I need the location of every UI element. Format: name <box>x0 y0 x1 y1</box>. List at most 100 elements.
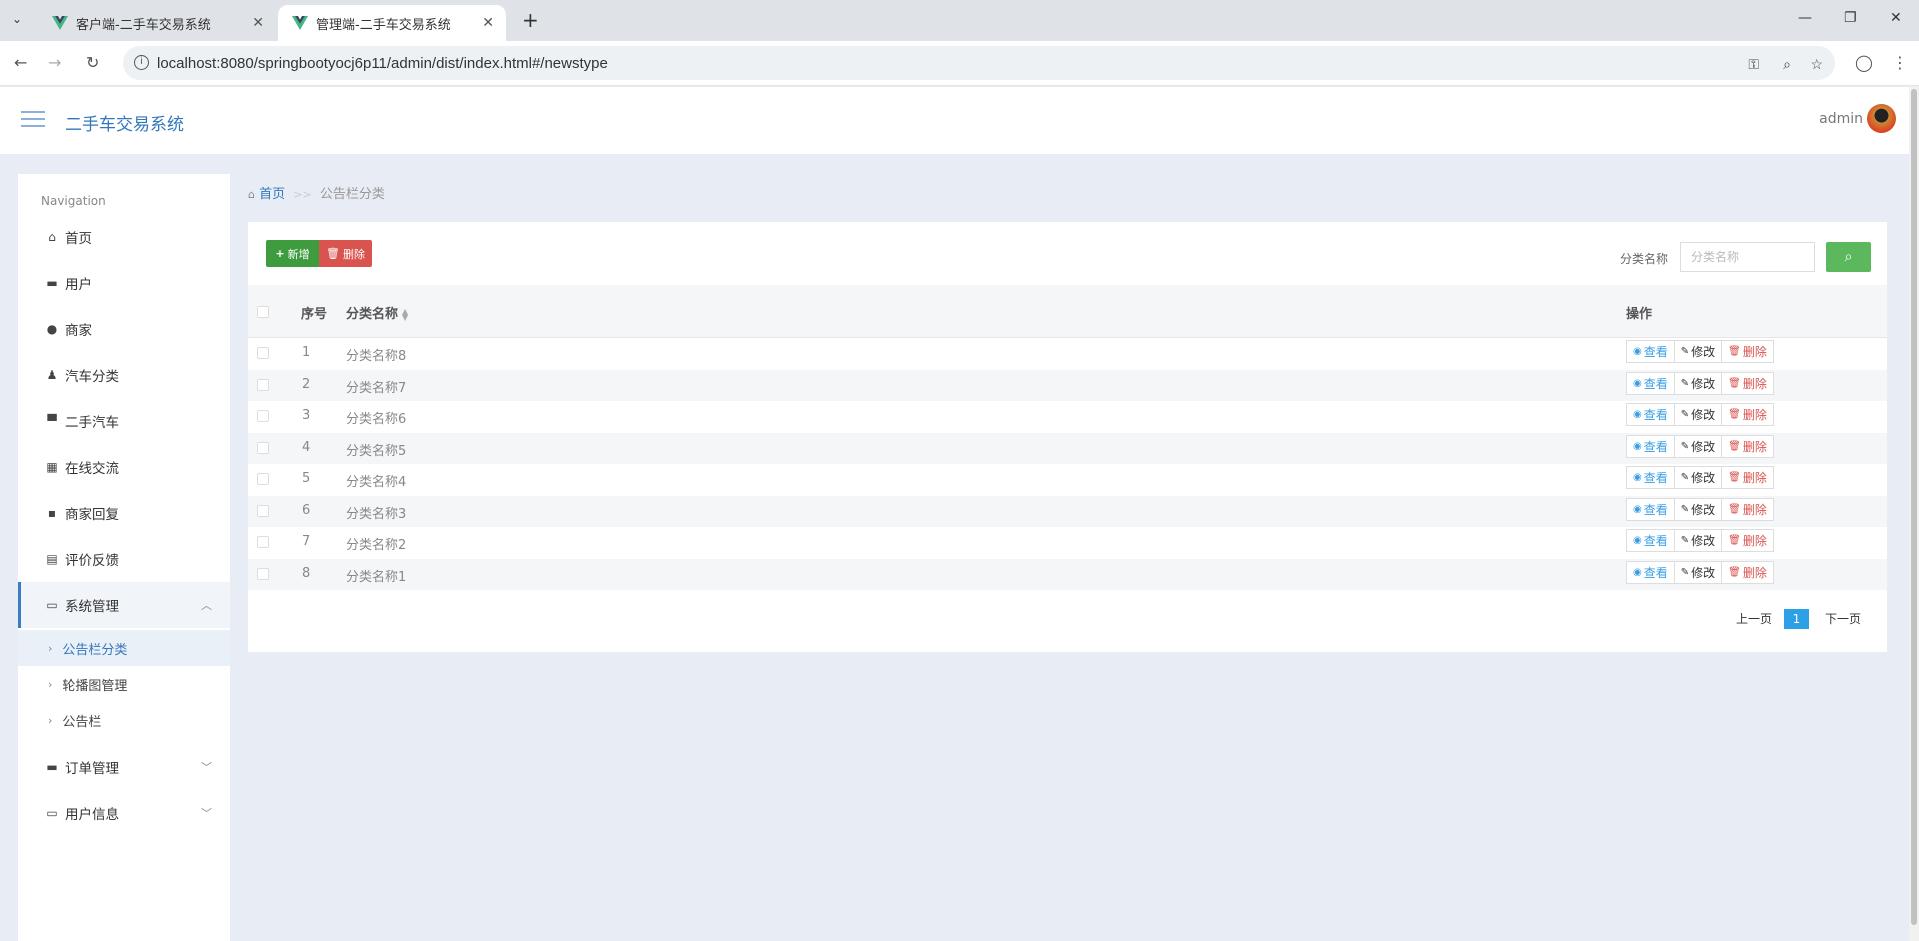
minimize-icon[interactable]: — <box>1798 10 1812 26</box>
delete-button[interactable]: 🗑 删除 <box>1721 560 1774 584</box>
sidebar-item-user-info[interactable]: ▭ 用户信息 ﹀ <box>18 790 230 836</box>
edit-button[interactable]: ✎ 修改 <box>1673 466 1723 489</box>
row-checkbox[interactable] <box>257 536 269 548</box>
sidebar-item-used-cars[interactable]: ▀ 二手汽车 <box>18 398 230 444</box>
edit-button[interactable]: ✎ 修改 <box>1673 434 1723 458</box>
address-bar[interactable]: i localhost:8080/springbootyocj6p11/admi… <box>123 46 1835 80</box>
sidebar-item-feedback[interactable]: ▤ 评价反馈 <box>18 536 230 582</box>
delete-button[interactable]: 🗑 删除 <box>1721 466 1774 489</box>
delete-button[interactable]: 🗑 删除 <box>1721 434 1774 458</box>
window-close-icon[interactable]: ✕ <box>1890 10 1902 26</box>
sidebar-subitem-news[interactable]: › 公告栏 <box>18 702 230 738</box>
sidebar-item-online-chat[interactable]: ▦ 在线交流 <box>18 444 230 490</box>
edit-button[interactable]: ✎ 修改 <box>1673 497 1723 521</box>
view-button[interactable]: ◉ 查看 <box>1626 529 1675 552</box>
page-scrollbar[interactable] <box>1909 87 1919 941</box>
menu-toggle-icon[interactable] <box>21 111 45 129</box>
row-actions: ◉ 查看 ✎ 修改 🗑 删除 <box>1626 434 1774 458</box>
sidebar-item-label: 评价反馈 <box>65 553 119 569</box>
trash-icon: 🗑 <box>1728 472 1741 483</box>
edit-icon: ✎ <box>1680 535 1690 546</box>
view-button[interactable]: ◉ 查看 <box>1626 434 1675 458</box>
batch-delete-button[interactable]: 🗑 删除 <box>319 240 372 267</box>
edit-button[interactable]: ✎ 修改 <box>1673 403 1723 426</box>
sidebar-subitem-news-type[interactable]: › 公告栏分类 <box>18 630 230 666</box>
view-button[interactable]: ◉ 查看 <box>1626 497 1675 521</box>
view-button[interactable]: ◉ 查看 <box>1626 371 1675 395</box>
row-checkbox[interactable] <box>257 410 269 422</box>
avatar[interactable] <box>1867 104 1896 133</box>
row-checkbox[interactable] <box>257 378 269 391</box>
browser-toolbar: ← → ↻ i localhost:8080/springbootyocj6p1… <box>0 41 1919 86</box>
view-button-label: 查看 <box>1643 471 1668 485</box>
sidebar-subitem-carousel[interactable]: › 轮播图管理 <box>18 666 230 702</box>
new-tab-icon[interactable]: + <box>522 8 539 32</box>
row-actions: ◉ 查看 ✎ 修改 🗑 删除 <box>1626 497 1774 521</box>
sort-icon[interactable]: ▲ ▼ <box>402 307 408 321</box>
search-icon: ⌕ <box>1844 249 1853 265</box>
close-icon[interactable]: ✕ <box>482 15 494 31</box>
row-no: 2 <box>302 376 311 392</box>
view-button[interactable]: ◉ 查看 <box>1626 466 1675 489</box>
sidebar-item-merchants[interactable]: ● 商家 <box>18 306 230 352</box>
search-input[interactable] <box>1680 242 1815 272</box>
view-button-label: 查看 <box>1643 376 1668 391</box>
edit-button-label: 修改 <box>1691 502 1716 517</box>
row-checkbox[interactable] <box>257 567 269 580</box>
back-icon[interactable]: ← <box>14 53 27 72</box>
view-button[interactable]: ◉ 查看 <box>1626 340 1675 363</box>
sidebar-item-home[interactable]: ⌂ 首页 <box>18 214 230 260</box>
chevron-up-icon: ︿ <box>201 599 212 612</box>
sidebar-item-system[interactable]: ▭ 系统管理 ︿ <box>18 582 230 628</box>
breadcrumb-home[interactable]: ⌂ 首页 <box>248 187 285 202</box>
delete-button[interactable]: 🗑 删除 <box>1721 340 1774 363</box>
edit-button[interactable]: ✎ 修改 <box>1673 560 1723 584</box>
site-info-icon[interactable]: i <box>134 55 149 70</box>
delete-button[interactable]: 🗑 删除 <box>1721 529 1774 552</box>
next-page-button[interactable]: 下一页 <box>1825 610 1861 627</box>
sidebar: Navigation ⌂ 首页 ▬ 用户 ● 商家 ♟ 汽车分类 ▀ 二手汽车 ▦ 在线交流… <box>18 174 230 941</box>
close-icon[interactable]: ✕ <box>252 15 264 31</box>
username[interactable]: admin <box>1819 111 1863 127</box>
edit-button[interactable]: ✎ 修改 <box>1673 529 1723 552</box>
sidebar-item-orders[interactable]: ▬ 订单管理 ﹀ <box>18 744 230 790</box>
eye-icon: ◉ <box>1633 346 1642 357</box>
sidebar-item-car-category[interactable]: ♟ 汽车分类 <box>18 352 230 398</box>
browser-tab-active[interactable]: 管理端-二手车交易系统 ✕ <box>278 5 506 41</box>
tab-search-icon[interactable]: ⌄ <box>12 12 22 26</box>
delete-button[interactable]: 🗑 删除 <box>1721 403 1774 426</box>
row-name: 分类名称7 <box>346 380 407 396</box>
url-text: localhost:8080/springbootyocj6p11/admin/… <box>157 54 608 72</box>
sidebar-item-merchant-reply[interactable]: ▪ 商家回复 <box>18 490 230 536</box>
row-checkbox[interactable] <box>257 347 269 359</box>
row-checkbox[interactable] <box>257 473 269 485</box>
prev-page-button[interactable]: 上一页 <box>1736 610 1772 627</box>
view-button[interactable]: ◉ 查看 <box>1626 403 1675 426</box>
view-button[interactable]: ◉ 查看 <box>1626 560 1675 584</box>
page-number-current[interactable]: 1 <box>1784 609 1809 629</box>
reload-icon[interactable]: ↻ <box>86 53 99 72</box>
bookmark-star-icon[interactable]: ☆ <box>1810 56 1823 73</box>
key-icon[interactable]: ⚿ <box>1748 56 1759 73</box>
forward-icon[interactable]: → <box>48 53 61 72</box>
profile-icon[interactable]: ◯ <box>1855 53 1873 72</box>
row-checkbox[interactable] <box>257 504 269 517</box>
edit-button[interactable]: ✎ 修改 <box>1673 371 1723 395</box>
select-all-checkbox[interactable] <box>257 306 269 318</box>
browser-tab[interactable]: 客户端-二手车交易系统 ✕ <box>38 5 276 41</box>
eye-icon: ◉ <box>1633 440 1642 452</box>
search-button[interactable]: ⌕ <box>1826 242 1871 272</box>
trash-icon: 🗑 <box>326 247 340 260</box>
row-checkbox[interactable] <box>257 441 269 454</box>
leaf-icon: ● <box>46 322 58 336</box>
column-header-name[interactable]: 分类名称 ▲ ▼ <box>346 303 408 322</box>
edit-button[interactable]: ✎ 修改 <box>1673 340 1723 363</box>
sidebar-item-users[interactable]: ▬ 用户 <box>18 260 230 306</box>
edit-button-label: 修改 <box>1691 345 1716 359</box>
delete-button[interactable]: 🗑 删除 <box>1721 371 1774 395</box>
zoom-icon[interactable]: ⌕ <box>1783 56 1791 73</box>
delete-button[interactable]: 🗑 删除 <box>1721 497 1774 521</box>
restore-icon[interactable]: ❐ <box>1844 10 1857 26</box>
browser-menu-icon[interactable]: ⋮ <box>1892 53 1908 72</box>
add-button[interactable]: + 新增 <box>266 240 319 267</box>
